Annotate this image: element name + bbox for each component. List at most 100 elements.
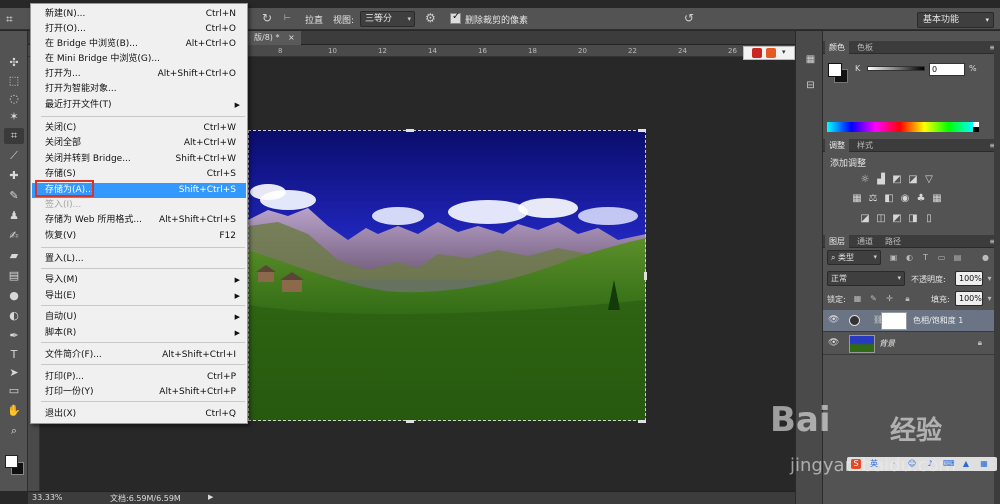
menu-item[interactable]: 新建(N)... Ctrl+N: [32, 7, 246, 22]
menu-item[interactable]: 存储为 Web 所用格式... Alt+Shift+Ctrl+S: [32, 213, 246, 228]
opacity-input[interactable]: 100%: [955, 271, 983, 286]
zoom-level[interactable]: 33.33%: [32, 493, 63, 502]
crop-tool-icon[interactable]: ⌗: [6, 12, 20, 26]
tab-swatches[interactable]: 色板: [853, 41, 877, 54]
keyboard-icon[interactable]: ⌨: [943, 459, 955, 469]
layer-filter-select[interactable]: ⌕ 类型 ▾: [827, 250, 881, 265]
k-channel-input[interactable]: 0: [929, 63, 965, 76]
menu-item[interactable]: 恢复(V) F12: [32, 229, 246, 244]
brightness-icon[interactable]: ☼: [859, 174, 871, 185]
tab-color[interactable]: 颜色: [825, 41, 849, 54]
lock-pixels-icon[interactable]: ✎: [869, 294, 878, 303]
layer-mask-thumbnail[interactable]: [881, 312, 907, 330]
history-panel-icon[interactable]: ▦: [803, 53, 818, 67]
menu-item[interactable]: 最近打开文件(T) ▶: [32, 98, 246, 113]
menu-item[interactable]: 打印(P)... Ctrl+P: [32, 370, 246, 385]
black-white-icon[interactable]: ◧: [883, 193, 895, 204]
emoji-icon[interactable]: ☺: [907, 459, 917, 469]
vibrance-icon[interactable]: ▽: [923, 174, 935, 185]
crop-handle-bottom[interactable]: [406, 420, 414, 423]
document-tab[interactable]: 版/8) * ×: [248, 31, 301, 45]
black-white-swatch[interactable]: [973, 122, 979, 132]
invert-icon[interactable]: ◪: [859, 213, 871, 224]
tab-adjustments[interactable]: 调整: [825, 139, 849, 152]
chevron-down-icon[interactable]: ▾: [985, 274, 994, 283]
crop-bounding-box[interactable]: [248, 130, 646, 421]
path-select-tool-icon[interactable]: ➤: [4, 365, 24, 381]
html5-icon[interactable]: [766, 48, 776, 58]
gradient-tool-icon[interactable]: ▤: [4, 268, 24, 284]
lock-position-icon[interactable]: ✛: [885, 294, 894, 303]
crop-handle-bottom-right[interactable]: [638, 420, 646, 423]
close-icon[interactable]: ×: [288, 33, 295, 42]
stamp-tool-icon[interactable]: ♟: [4, 208, 24, 224]
delete-cropped-checkbox[interactable]: [450, 11, 461, 24]
panel-scrollbar[interactable]: [994, 44, 1000, 504]
menu-item[interactable]: 在 Bridge 中浏览(B)... Alt+Ctrl+O: [32, 37, 246, 52]
menu-item[interactable]: 关闭(C) Ctrl+W: [32, 121, 246, 136]
layer-name[interactable]: 背景: [879, 338, 895, 349]
view-select[interactable]: 三等分 ▾: [360, 11, 415, 27]
color-lookup-icon[interactable]: ▦: [931, 193, 943, 204]
photo-filter-icon[interactable]: ◉: [899, 193, 911, 204]
menu-item[interactable]: 在 Mini Bridge 中浏览(G)...: [32, 52, 246, 67]
exposure-icon[interactable]: ◪: [907, 174, 919, 185]
menu-item[interactable]: 文件简介(F)... Alt+Shift+Ctrl+I: [32, 348, 246, 363]
eraser-tool-icon[interactable]: ▰: [4, 248, 24, 264]
crop-tool-icon[interactable]: ⌗: [4, 128, 24, 144]
magic-wand-tool-icon[interactable]: ✶: [4, 109, 24, 125]
healing-tool-icon[interactable]: ✚: [4, 168, 24, 184]
tab-layers[interactable]: 图层: [825, 235, 849, 248]
filter-shape-icon[interactable]: ▭: [937, 253, 946, 262]
filter-adjust-icon[interactable]: ◐: [905, 253, 914, 262]
crop-handle-right[interactable]: [644, 272, 647, 280]
straighten-label[interactable]: 拉直: [305, 13, 323, 26]
tab-styles[interactable]: 样式: [853, 139, 877, 152]
k-channel-slider[interactable]: [867, 66, 925, 71]
crop-handle-top-right[interactable]: [638, 129, 646, 132]
pdf-icon[interactable]: [752, 48, 762, 58]
menu-item[interactable]: 打印一份(Y) Alt+Shift+Ctrl+P: [32, 385, 246, 400]
reset-icon[interactable]: ↺: [684, 11, 694, 25]
history-brush-tool-icon[interactable]: ✍: [4, 228, 24, 244]
menu-item[interactable]: 打开为智能对象...: [32, 82, 246, 97]
foreground-color-swatch[interactable]: [5, 455, 18, 468]
levels-icon[interactable]: ▟: [875, 174, 887, 185]
menu-item[interactable]: 打开(O)... Ctrl+O: [32, 22, 246, 37]
mode-icon[interactable]: 英: [869, 459, 879, 469]
tools-icon[interactable]: ▦: [979, 459, 989, 469]
hue-saturation-icon[interactable]: ▦: [851, 193, 863, 204]
curves-icon[interactable]: ◩: [891, 174, 903, 185]
shape-tool-icon[interactable]: ▭: [4, 383, 24, 399]
filter-toggle-icon[interactable]: ●: [981, 253, 990, 262]
brush-tool-icon[interactable]: ✎: [4, 188, 24, 204]
gear-icon[interactable]: ⚙: [425, 11, 436, 25]
crop-handle-top[interactable]: [406, 129, 414, 132]
rotate-icon[interactable]: ↻: [262, 11, 272, 25]
sogou-icon[interactable]: S: [851, 459, 861, 469]
eyedropper-tool-icon[interactable]: ⟋: [4, 148, 24, 164]
menu-item[interactable]: 导入(M) ▶: [32, 273, 246, 288]
workspace-select[interactable]: 基本功能 ▾: [917, 12, 994, 28]
color-spectrum-bar[interactable]: [827, 122, 973, 132]
layer-name[interactable]: 色相/饱和度 1: [913, 315, 963, 326]
mic-icon[interactable]: ♪: [925, 459, 935, 469]
menu-item[interactable]: 关闭并转到 Bridge... Shift+Ctrl+W: [32, 152, 246, 167]
foreground-color-swatch[interactable]: [828, 63, 842, 77]
skin-icon[interactable]: ▲: [961, 459, 971, 469]
selective-color-icon[interactable]: ◨: [907, 213, 919, 224]
menu-item[interactable]: 关闭全部 Alt+Ctrl+W: [32, 136, 246, 151]
menu-item[interactable]: 脚本(R) ▶: [32, 326, 246, 341]
chevron-down-icon[interactable]: ▾: [782, 48, 792, 58]
zoom-tool-icon[interactable]: ⌕: [4, 423, 24, 439]
menu-item[interactable]: 自动(U) ▶: [32, 310, 246, 325]
move-tool-icon[interactable]: ✣: [4, 55, 24, 71]
menu-item[interactable]: 导出(E) ▶: [32, 289, 246, 304]
gradient-map-icon[interactable]: ▯: [923, 213, 935, 224]
type-tool-icon[interactable]: T: [4, 347, 24, 363]
properties-panel-icon[interactable]: ⊟: [803, 79, 818, 93]
layer-row[interactable]: 👁︎ 背景 🔒︎: [823, 333, 994, 355]
channel-mixer-icon[interactable]: ♣: [915, 193, 927, 204]
straighten-icon[interactable]: ⊢: [284, 13, 291, 22]
filter-pixel-icon[interactable]: ▣: [889, 253, 898, 262]
